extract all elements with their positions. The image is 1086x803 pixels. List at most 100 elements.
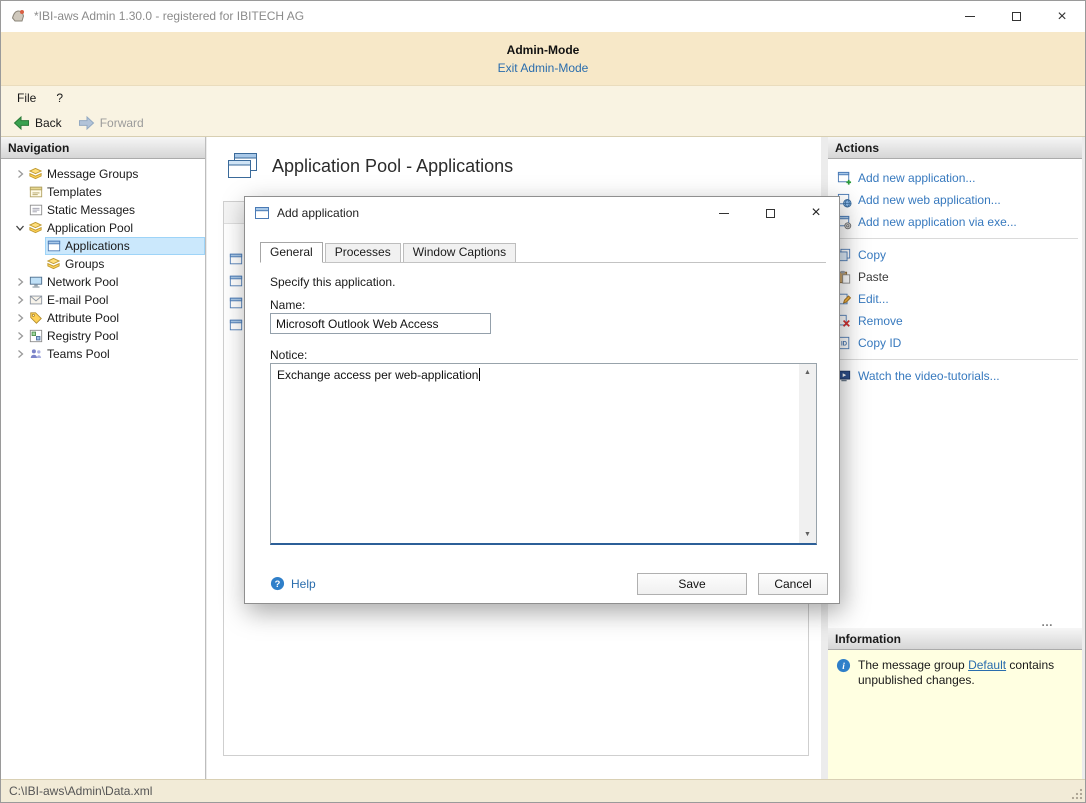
sidebar-item-application-pool[interactable]: Application Pool [1,219,205,237]
dialog-title: Add application [277,197,359,229]
action-paste[interactable]: Paste [828,266,1082,288]
sidebar-item-attribute-pool[interactable]: Attribute Pool [1,309,205,327]
scroll-down-icon[interactable]: ▼ [799,526,816,543]
admin-mode-banner: Admin-Mode Exit Admin-Mode [1,32,1085,86]
sidebar-item-label: Groups [65,257,104,271]
application-name-input[interactable] [270,313,491,334]
action-label: Add new application... [858,171,975,185]
name-label: Name: [270,298,305,312]
information-header: Information [828,628,1082,650]
navigation-panel: Navigation Message GroupsTemplatesStatic… [1,137,206,779]
sidebar-item-content: Teams Pool [27,345,205,363]
application-notice-textarea[interactable]: Exchange access per web-application ▲ ▼ [270,363,817,545]
notice-text-wrap: Exchange access per web-application [277,368,794,383]
expander-expanded-icon[interactable] [13,223,27,233]
minimize-button[interactable] [947,1,993,32]
app-logo-icon [10,8,26,24]
action-label: Copy [858,248,886,262]
admin-mode-title: Admin-Mode [1,43,1085,57]
action-add-new-application[interactable]: Add new application... [828,167,1082,189]
forward-button[interactable]: Forward [70,113,152,133]
action-copy-id[interactable]: IDCopy ID [828,332,1082,354]
tab-general[interactable]: General [260,242,323,263]
sidebar-item-label: Static Messages [47,203,135,217]
sidebar-item-network-pool[interactable]: Network Pool [1,273,205,291]
expander-collapsed-icon[interactable] [13,277,27,287]
sidebar-item-teams-pool[interactable]: Teams Pool [1,345,205,363]
back-button[interactable]: Back [5,113,70,133]
action-copy[interactable]: Copy [828,244,1082,266]
expander-collapsed-icon[interactable] [13,313,27,323]
application-row[interactable] [229,318,245,334]
expander-collapsed-icon[interactable] [13,349,27,359]
registry-pool-icon [28,329,43,344]
sidebar-item-content: Registry Pool [27,327,205,345]
sidebar-item-content: Groups [45,255,205,273]
svg-text:ID: ID [841,341,848,348]
templates-icon [28,185,43,200]
action-add-new-web-application[interactable]: Add new web application... [828,189,1082,211]
info-icon: i [836,658,851,673]
notice-label: Notice: [270,348,307,362]
application-row[interactable] [229,296,245,312]
sidebar-item-label: Attribute Pool [47,311,119,325]
maximize-button[interactable] [993,1,1039,32]
information-message: The message group Default contains unpub… [858,658,1070,688]
expander-collapsed-icon[interactable] [13,295,27,305]
save-button[interactable]: Save [637,573,747,595]
dialog-maximize-button[interactable] [747,197,793,229]
dialog-tab-strip: GeneralProcessesWindow Captions [260,242,826,263]
action-label: Add new application via exe... [858,215,1017,229]
resize-grip-icon[interactable] [1071,788,1083,800]
sidebar-item-applications[interactable]: Applications [1,237,205,255]
application-row[interactable] [229,252,245,268]
actions-list: Add new application... Add new web applic… [828,159,1082,387]
sidebar-item-label: Applications [65,239,130,253]
dialog-close-button[interactable]: × [793,197,839,229]
forward-arrow-icon [78,115,95,131]
panel-splitter-grip[interactable]: … [1041,615,1054,629]
sidebar-item-static-messages[interactable]: Static Messages [1,201,205,219]
statusbar: C:\IBI-aws\Admin\Data.xml [1,779,1085,802]
action-label: Remove [858,314,903,328]
application-pool-icon [28,221,43,236]
sidebar-item-message-groups[interactable]: Message Groups [1,165,205,183]
sidebar-item-e-mail-pool[interactable]: E-mail Pool [1,291,205,309]
close-button[interactable]: × [1039,1,1085,32]
menu-file[interactable]: File [7,91,46,105]
maximize-icon [1012,12,1021,21]
help-link[interactable]: ? Help [270,576,316,591]
add-application-icon [836,170,852,186]
action-edit[interactable]: Edit... [828,288,1082,310]
application-row[interactable] [229,274,245,290]
back-arrow-icon [13,115,30,131]
static-messages-icon [28,203,43,218]
application-window: *IBI-aws Admin 1.30.0 - registered for I… [0,0,1086,803]
expander-collapsed-icon[interactable] [13,169,27,179]
expander-collapsed-icon[interactable] [13,331,27,341]
application-row-icon [229,274,245,288]
exit-admin-mode-link[interactable]: Exit Admin-Mode [498,61,589,75]
sidebar-item-groups[interactable]: Groups [1,255,205,273]
menu-help[interactable]: ? [46,91,73,105]
dialog-minimize-icon [719,213,729,214]
action-remove[interactable]: Remove [828,310,1082,332]
sidebar-item-registry-pool[interactable]: Registry Pool [1,327,205,345]
sidebar-item-templates[interactable]: Templates [1,183,205,201]
application-row-icon [229,318,245,332]
information-box: i The message group Default contains unp… [828,650,1082,779]
dialog-minimize-button[interactable] [701,197,747,229]
action-watch-the-video-tutorials[interactable]: Watch the video-tutorials... [828,365,1082,387]
dialog-titlebar[interactable]: Add application × [245,197,839,229]
sidebar-item-label: Registry Pool [47,329,118,343]
information-message-prefix: The message group [858,658,968,672]
cancel-button[interactable]: Cancel [758,573,828,595]
dialog-window-controls: × [701,197,839,229]
tab-window-captions[interactable]: Window Captions [403,243,516,262]
scroll-up-icon[interactable]: ▲ [799,364,816,381]
default-message-group-link[interactable]: Default [968,658,1006,672]
tab-processes[interactable]: Processes [325,243,401,262]
notice-scrollbar[interactable]: ▲ ▼ [799,364,816,543]
applications-page-icon [227,152,259,180]
action-add-new-application-via-exe[interactable]: Add new application via exe... [828,211,1082,233]
